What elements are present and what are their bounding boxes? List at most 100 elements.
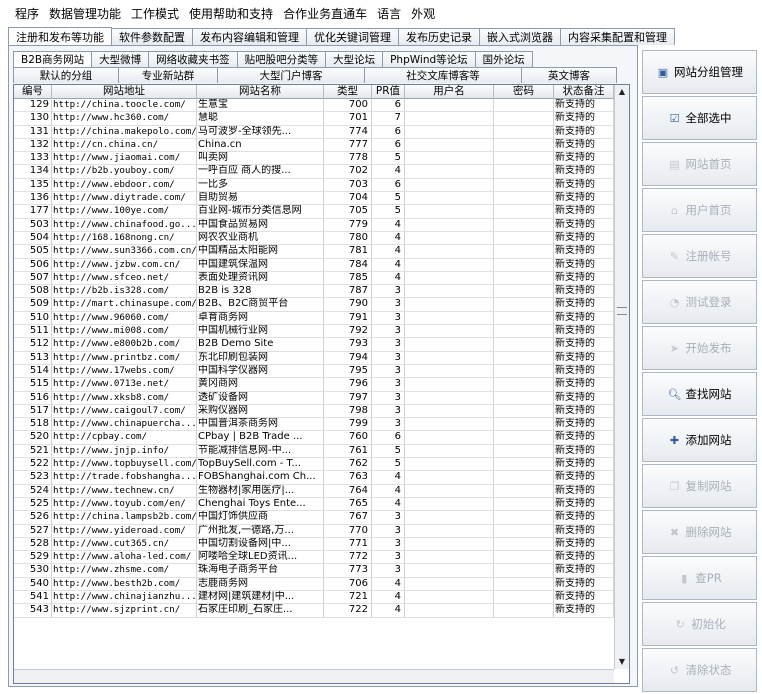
menu-item[interactable]: 合作业务直通车: [278, 5, 372, 22]
main-tab[interactable]: 嵌入式浏览器: [479, 28, 561, 45]
table-row[interactable]: 134 http://b2b.youboy.com/一呼百应 商人的搜... 702…: [14, 165, 614, 179]
group-tab[interactable]: 大型门户博客: [217, 67, 365, 83]
horizontal-scrollbar[interactable]: [14, 669, 614, 683]
menu-item[interactable]: 数据管理功能: [44, 5, 126, 22]
column-header[interactable]: 编号: [14, 85, 52, 99]
column-header[interactable]: PR值: [372, 85, 405, 99]
column-header[interactable]: 网站地址: [52, 85, 197, 99]
main-tab[interactable]: 内容采集配置和管理: [560, 28, 675, 45]
group-tab[interactable]: 英文博客: [521, 67, 617, 83]
category-tab[interactable]: B2B商务网站: [13, 51, 93, 67]
category-tab[interactable]: PhpWind等论坛: [382, 51, 476, 67]
menu-item[interactable]: 外观: [406, 5, 440, 22]
category-tab[interactable]: 网络收藏夹书签: [148, 51, 238, 67]
table-row[interactable]: 512 http://www.e800b2b.com/B2B Demo Site 7…: [14, 338, 614, 352]
scroll-up-icon[interactable]: ▲: [615, 85, 629, 99]
menu-item[interactable]: 语言: [372, 5, 406, 22]
cell-pr: 3: [372, 338, 405, 352]
cell-site-name: 志鹿商务网: [197, 577, 324, 591]
cell-site-name: B2B、B2C商贸平台: [197, 298, 324, 312]
main-tab[interactable]: 注册和发布等功能: [8, 27, 112, 45]
table-row[interactable]: 504 http://168.168nong.cn/网农农业商机 780 4 新支持的: [14, 231, 614, 246]
table-row[interactable]: 507 http://www.sfceo.net/表面处理资讯网 785 4 新支持的: [14, 271, 614, 286]
table-row[interactable]: 129 http://china.toocle.com/生意宝 700 6 新支持的: [14, 99, 614, 113]
table-row[interactable]: 522 http://www.topbuysell.com/TopBuySell.…: [14, 458, 614, 472]
main-tab[interactable]: 优化关键词管理: [306, 28, 399, 45]
sidebar-button[interactable]: ▤ 网站首页: [642, 142, 757, 186]
sidebar-button[interactable]: ➤ 开始发布: [642, 326, 757, 370]
table-row[interactable]: 506 http://www.jzbw.com.cn/中国建筑保温网 784 4 新支持…: [14, 258, 614, 272]
table-row[interactable]: 131 http://china.makepolo.com/马可波罗-全球领先..…: [14, 125, 614, 139]
table-row[interactable]: 514 http://www.17webs.com/中国科学仪器网 795 3 新支持的: [14, 364, 614, 379]
column-header[interactable]: 状态备注: [554, 85, 614, 99]
table-row[interactable]: 541 http://www.chinajianzhu... 建材网|建筑建材|中.…: [14, 590, 614, 605]
sidebar-button[interactable]: ✖ 删除网站: [642, 510, 757, 554]
scroll-grip[interactable]: [617, 307, 627, 315]
sidebar-button[interactable]: ▣ 网站分组管理: [642, 50, 757, 94]
sidebar-button[interactable]: ↻ 初始化: [642, 602, 757, 646]
vertical-scrollbar[interactable]: ▲ ▼: [614, 85, 629, 669]
table-row[interactable]: 505 http://www.sun3366.com.cn/中国精品太阳能网 781…: [14, 245, 614, 259]
menu-item[interactable]: 使用帮助和支持: [184, 5, 278, 22]
table-row[interactable]: 503 http://www.chinafood.go... 中国食品贸易网 779 4…: [14, 218, 614, 232]
menu-item[interactable]: 程序: [10, 5, 44, 22]
table-row[interactable]: 177 http://www.100ye.com/百业网-城市分类信息网 705 5 新…: [14, 205, 614, 219]
scroll-down-icon[interactable]: ▼: [615, 655, 629, 669]
table-row[interactable]: 513 http://www.printbz.com/东北印刷包装网 794 3 新支持…: [14, 351, 614, 365]
table-row[interactable]: 525 http://www.toyub.com/en/Chenghai Toys…: [14, 497, 614, 512]
sidebar-button[interactable]: ⌂ 用户首页: [642, 188, 757, 232]
table-row[interactable]: 527 http://www.yideroad.com/广州批发,一德路,万...…: [14, 524, 614, 538]
sidebar-button[interactable]: ✚ 添加网站: [642, 418, 757, 462]
table-row[interactable]: 132 http://cn.china.cn/China.cn 777 6 新支持的: [14, 138, 614, 153]
sidebar-button[interactable]: ✎ 注册帐号: [642, 234, 757, 278]
category-tab[interactable]: 国外论坛: [474, 51, 533, 67]
category-tab[interactable]: 大型微博: [91, 51, 150, 67]
cell-id: 523: [14, 471, 52, 485]
sidebar-button[interactable]: ❐ 复制网站: [642, 464, 757, 508]
category-tab[interactable]: 贴吧股吧分类等: [236, 51, 327, 67]
sidebar-button[interactable]: ☑ 全部选中: [642, 96, 757, 140]
table-row[interactable]: 515 http://www.0713e.net/黄冈商网 796 3 新支持的: [14, 378, 614, 392]
main-tab[interactable]: 发布历史记录: [398, 28, 480, 45]
column-header[interactable]: 用户名: [405, 85, 494, 99]
table-row[interactable]: 520 http://cpbay.com/CPbay | B2B Trade ..…: [14, 431, 614, 445]
table-row[interactable]: 518 http://www.chinapuercha... 中国普洱茶商务网 799…: [14, 418, 614, 432]
sidebar-button[interactable]: ↺ 清除状态: [642, 648, 757, 692]
table-row[interactable]: 523 http://trade.fobshangha... FOBShanghai…: [14, 471, 614, 485]
group-tab[interactable]: 默认的分组: [13, 67, 119, 83]
cell-id: 513: [14, 351, 52, 365]
table-row[interactable]: 521 http://www.jnjp.info/节能减排信息网-中... 761 5…: [14, 444, 614, 459]
category-tab[interactable]: 大型论坛: [325, 51, 384, 67]
table-row[interactable]: 529 http://www.aloha-led.com/阿喽哈全球LED资讯..…: [14, 551, 614, 565]
table-row[interactable]: 508 http://b2b.is328.com/B2B is 328 787 3 新支…: [14, 285, 614, 299]
table-row[interactable]: 524 http://www.technew.cn/生物器材|家用医疗|... 76…: [14, 484, 614, 498]
table-row[interactable]: 543 http://www.sjzprint.cn/石家庄印刷_石家庄... 72…: [14, 604, 614, 618]
table-row[interactable]: 516 http://www.xksb8.com/透矿设备网 797 3 新支持的: [14, 391, 614, 405]
delete-site-icon: ✖: [669, 525, 680, 539]
sidebar-button[interactable]: ◔ 测试登录: [642, 280, 757, 324]
table-row[interactable]: 526 http://china.lampsb2b.com/中国灯饰供应商 767 3…: [14, 511, 614, 525]
table-row[interactable]: 135 http://www.ebdoor.com/一比多 703 6 新支持的: [14, 178, 614, 193]
table-row[interactable]: 133 http://www.jiaomai.com/叫卖网 778 5 新支持的: [14, 152, 614, 166]
group-tab[interactable]: 专业新站群: [118, 67, 218, 83]
cell-url: http://www.printbz.com/: [52, 351, 197, 365]
column-header[interactable]: 网站名称: [197, 85, 324, 99]
main-tab[interactable]: 软件参数配置: [111, 28, 193, 45]
table-row[interactable]: 517 http://www.caigoul7.com/采购仪器网 798 3 新支持的: [14, 404, 614, 419]
table-row[interactable]: 510 http://www.96060.com/卓育商务网 791 3 新支持的: [14, 311, 614, 326]
table-row[interactable]: 509 http://mart.chinasupe.com/B2B、B2C商贸平台…: [14, 298, 614, 312]
sidebar-button[interactable]: 🔍︎ 查找网站: [642, 372, 757, 416]
table-row[interactable]: 528 http://www.cut365.cn/中国切割设备网|中... 771 3…: [14, 537, 614, 552]
main-tab[interactable]: 发布内容编辑和管理: [192, 28, 307, 45]
cell-status: 新支持的: [554, 524, 614, 538]
table-row[interactable]: 130 http://www.hc360.com/慧聪 701 7 新支持的: [14, 112, 614, 126]
table-row[interactable]: 540 http://www.besth2b.com/志鹿商务网 706 4 新支持的: [14, 577, 614, 591]
column-header[interactable]: 密码: [494, 85, 554, 99]
column-header[interactable]: 类型: [324, 85, 372, 99]
table-row[interactable]: 511 http://www.mi008.com/中国机械行业网 792 3 新支持的: [14, 325, 614, 339]
group-tab[interactable]: 社交文库博客等: [364, 67, 522, 83]
menu-item[interactable]: 工作模式: [126, 5, 184, 22]
table-row[interactable]: 136 http://www.diytrade.com/自助贸易 704 5 新支持的: [14, 192, 614, 206]
table-row[interactable]: 530 http://www.zhsme.com/珠海电子商务平台 773 3 新支持的: [14, 564, 614, 578]
sidebar-button[interactable]: ▮ 查PR: [642, 556, 757, 600]
